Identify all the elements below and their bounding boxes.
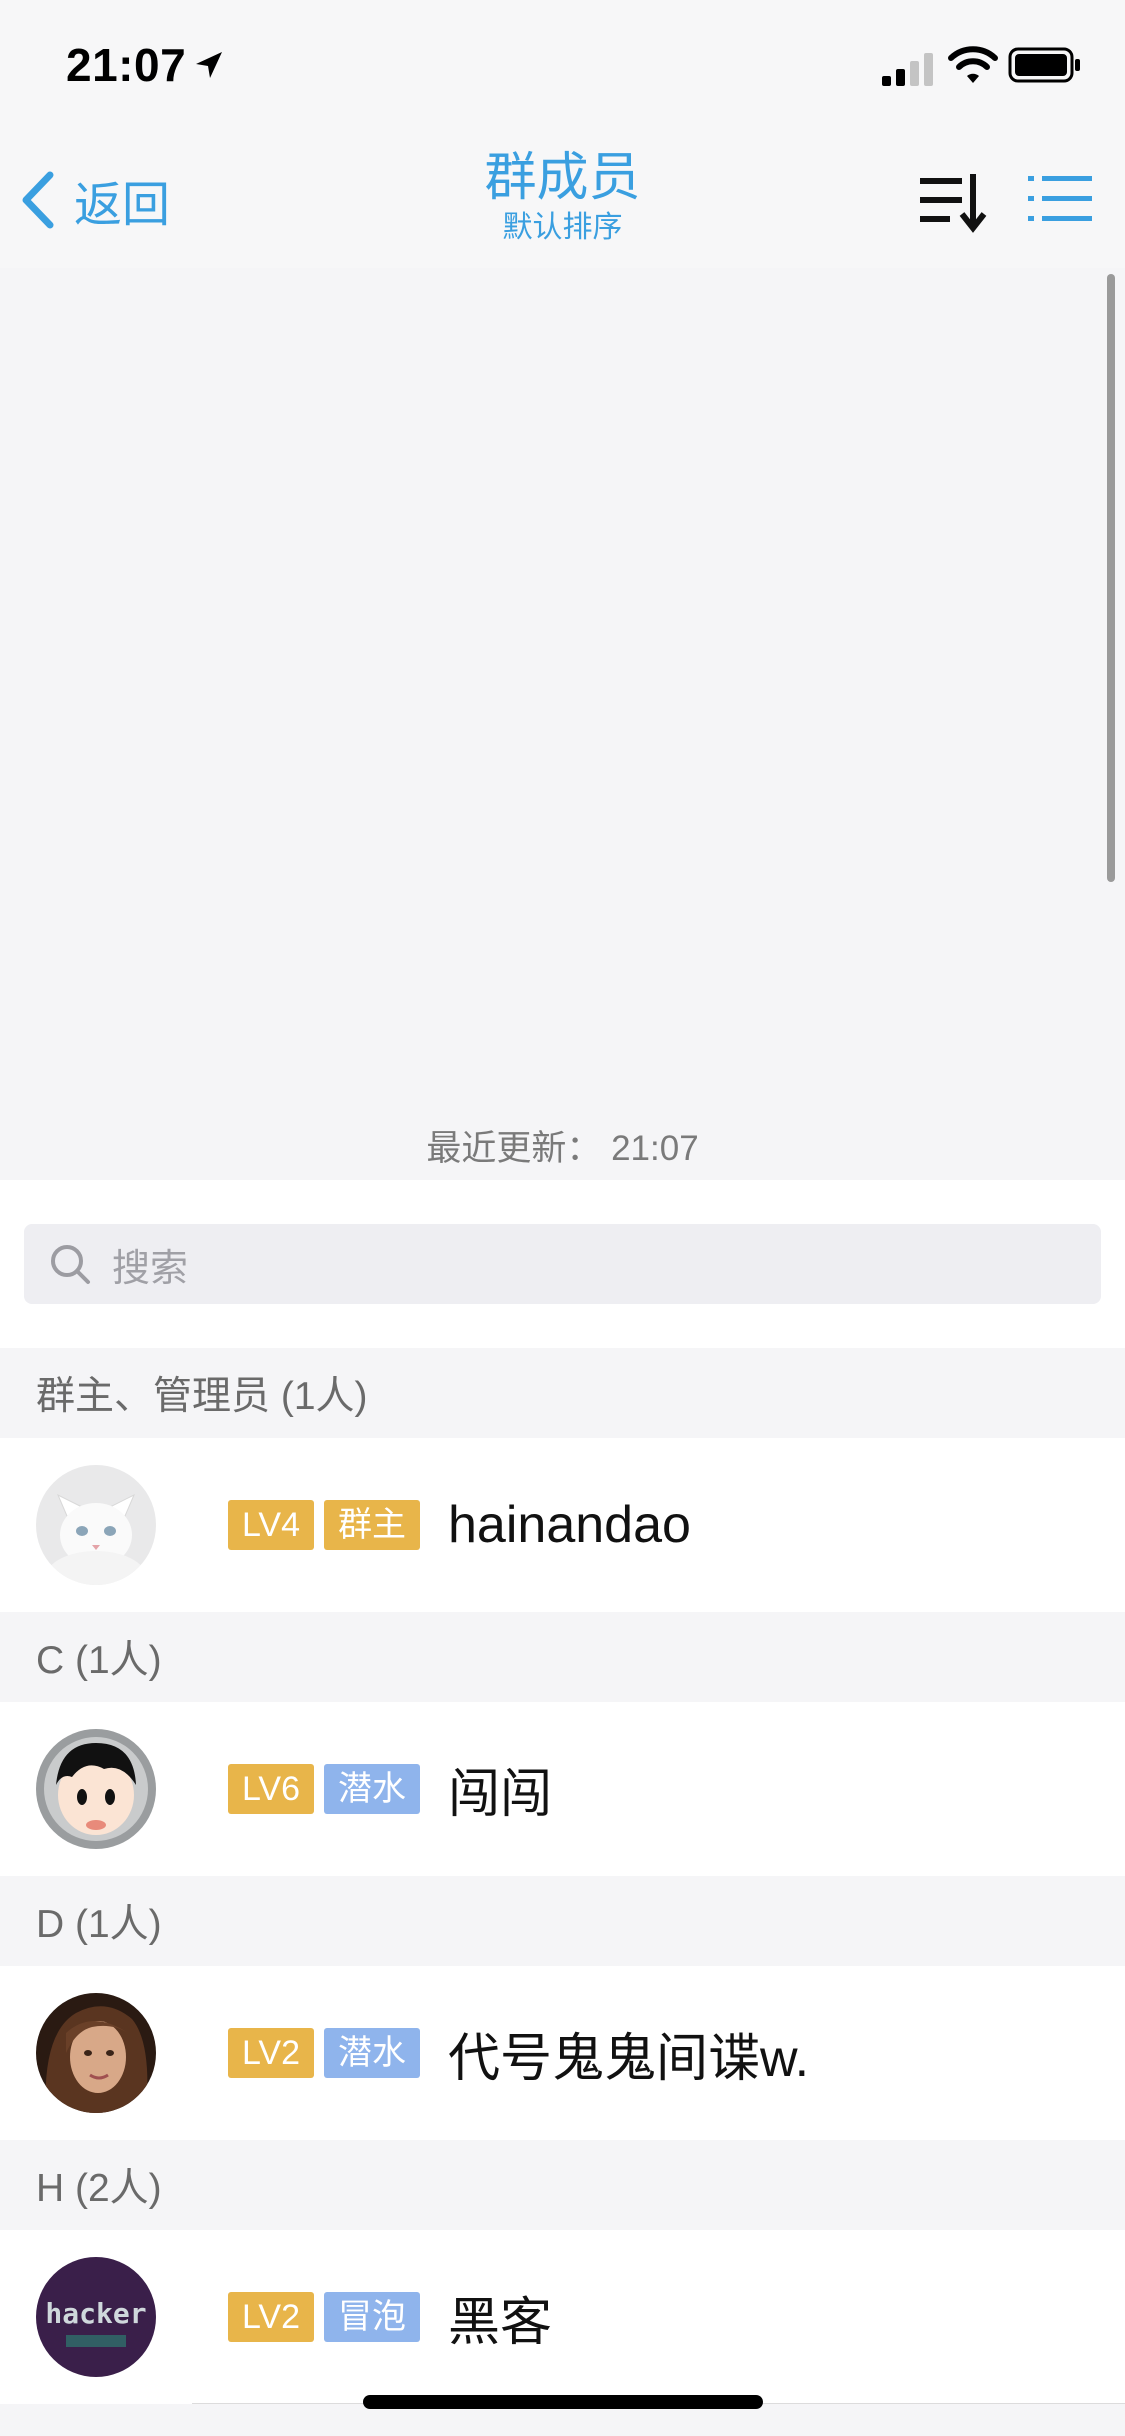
status-bar: 21:07 (0, 0, 1125, 132)
search-input[interactable]: 搜索 (24, 1224, 1101, 1304)
role-badge-owner: 群主 (324, 1500, 420, 1550)
pull-to-refresh-area[interactable]: 最近更新： 21:07 (0, 268, 1125, 1180)
back-label: 返回 (74, 179, 171, 232)
member-row[interactable]: hacker LV2 冒泡 黑客 (0, 2230, 1125, 2404)
section-header-c: C (1人) (0, 1612, 1125, 1702)
search-section: 搜索 (0, 1180, 1125, 1348)
member-name: 代号鬼鬼间谍w. (448, 2029, 810, 2088)
navigation-bar: 返回 群成员 默认排序 (0, 132, 1125, 268)
member-name: hainandao (448, 1496, 691, 1554)
avatar-text: hacker (45, 2297, 146, 2330)
role-badge-lurker: 潜水 (324, 2028, 420, 2078)
search-placeholder: 搜索 (112, 1247, 189, 1290)
member-row[interactable]: LV6 潜水 闯闯 (0, 1702, 1125, 1876)
last-update-label: 最近更新： 21:07 (426, 1129, 699, 1168)
avatar (36, 1465, 156, 1585)
scroll-indicator[interactable] (1107, 274, 1115, 882)
level-badge: LV6 (228, 1764, 314, 1814)
role-badge-bubble: 冒泡 (324, 2292, 420, 2342)
wifi-icon (948, 46, 998, 83)
section-title: H (2人) (36, 2167, 162, 2210)
chevron-left-icon (22, 171, 54, 229)
section-title: 群主、管理员 (1人) (36, 1375, 368, 1418)
member-name: 黑客 (448, 2293, 553, 2352)
role-badge-lurker: 潜水 (324, 1764, 420, 1814)
cellular-signal-icon (882, 53, 933, 86)
member-row[interactable]: LV2 潜水 代号鬼鬼间谍w. (0, 1966, 1125, 2140)
battery-icon (1008, 47, 1080, 83)
member-list: 群主、管理员 (1人) LV4 群主 hainandao C (1人) LV6 … (0, 1348, 1125, 2404)
member-row[interactable]: LV4 群主 hainandao (0, 1438, 1125, 1612)
section-header-d: D (1人) (0, 1876, 1125, 1966)
level-badge: LV2 (228, 2292, 314, 2342)
avatar (36, 1729, 156, 1849)
list-menu-icon[interactable] (1026, 168, 1094, 230)
level-badge: LV4 (228, 1500, 314, 1550)
avatar (36, 1993, 156, 2113)
avatar: hacker (36, 2257, 156, 2377)
section-header-h: H (2人) (0, 2140, 1125, 2230)
sort-icon[interactable] (918, 168, 988, 234)
location-arrow-icon (196, 52, 222, 78)
back-button[interactable]: 返回 (16, 160, 170, 240)
level-badge: LV2 (228, 2028, 314, 2078)
status-time: 21:07 (66, 39, 187, 91)
search-icon (51, 1245, 90, 1284)
section-title: D (1人) (36, 1903, 162, 1946)
member-name: 闯闯 (448, 1765, 553, 1824)
home-indicator[interactable] (363, 2395, 763, 2409)
section-title: C (1人) (36, 1639, 162, 1682)
section-header-admins: 群主、管理员 (1人) (0, 1348, 1125, 1438)
